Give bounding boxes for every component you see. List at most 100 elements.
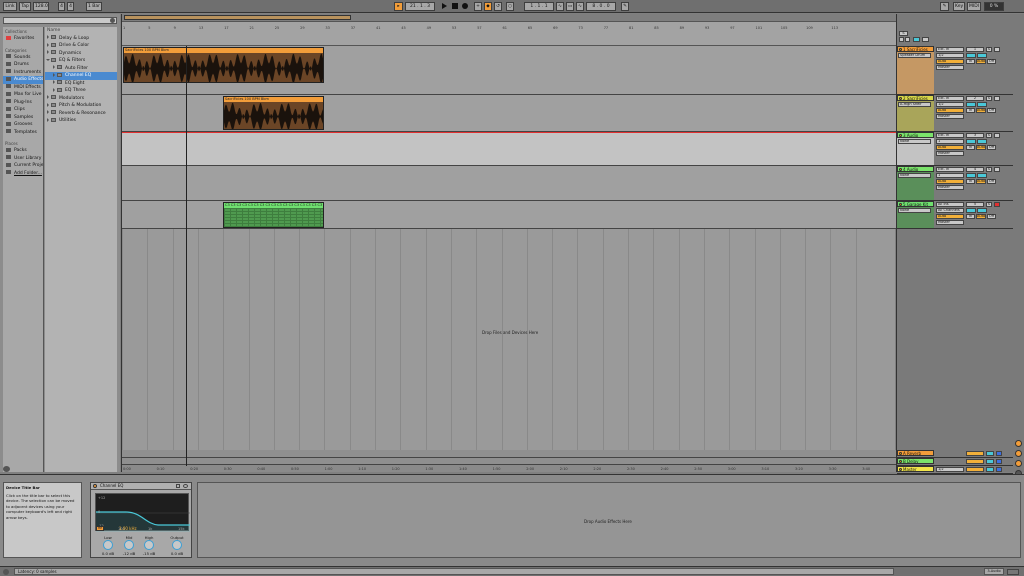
monitor-label[interactable]: Auto — [936, 145, 964, 150]
return-volume-field[interactable] — [966, 459, 984, 464]
monitor-in-button[interactable]: In — [966, 145, 975, 150]
track-volume-field[interactable] — [966, 173, 976, 178]
output-chooser[interactable]: Master — [936, 151, 964, 156]
place-item-current-project[interactable]: Current Project — [3, 162, 43, 170]
track-activator-icon[interactable] — [899, 468, 902, 471]
overview-selection[interactable] — [124, 15, 351, 20]
expand-arrow-icon[interactable] — [47, 110, 49, 114]
input-type-chooser[interactable]: Ext. In — [936, 167, 964, 172]
play-icon[interactable] — [442, 3, 447, 9]
pencil-icon[interactable]: ✎ — [940, 2, 949, 11]
input-channel-chooser[interactable]: 1/2 — [936, 53, 964, 58]
track-pan-field[interactable] — [977, 208, 987, 213]
input-channel-chooser[interactable]: 1/2 — [936, 102, 964, 107]
monitor-in-button[interactable]: In — [966, 59, 975, 64]
browser-item[interactable]: Reverb & Resonance — [45, 110, 117, 118]
expand-arrow-icon[interactable] — [53, 72, 55, 77]
track-lane-1[interactable]: SacriFicies 100 BPM Bbm — [122, 46, 896, 95]
expand-arrow-icon[interactable] — [53, 87, 55, 92]
arm-button[interactable] — [994, 167, 1000, 172]
midi-clip[interactable]: C3 C3 C3 C3 C3 C3 C3 C3 C3 C3 C3 C3 C3 C… — [223, 202, 324, 228]
device-power-icon[interactable] — [93, 484, 97, 488]
sidebar-item-grooves[interactable]: Grooves — [3, 121, 43, 129]
sidebar-item-clips[interactable]: Clips — [3, 106, 43, 114]
tempo-field[interactable]: 128.00 — [33, 2, 49, 11]
return-lane-a[interactable] — [122, 450, 896, 458]
track-lane-2[interactable]: SacriFicies 100 BPM Bbm — [122, 95, 896, 132]
return-send-button[interactable] — [996, 467, 1002, 472]
expand-arrow-icon[interactable] — [47, 35, 49, 39]
loop-start-field[interactable]: 1 . 1 . 1 — [524, 2, 554, 11]
solo-button[interactable]: S — [986, 167, 992, 172]
expand-arrow-icon[interactable] — [53, 65, 55, 69]
track-number-button[interactable]: 4 — [966, 167, 984, 172]
unfold-icon[interactable] — [905, 37, 910, 42]
song-position-field[interactable]: 21 . 1 . 3 — [405, 2, 435, 11]
track-pan-field[interactable] — [977, 139, 987, 144]
solo-button[interactable]: S — [986, 202, 992, 207]
device-expand-icon[interactable] — [176, 484, 180, 488]
follow-button[interactable]: ▸ — [394, 2, 403, 11]
monitor-off-button[interactable]: Off — [987, 214, 996, 219]
automation-mode-button[interactable] — [913, 37, 920, 42]
re-enable-automation-button[interactable]: ↺ — [494, 2, 502, 11]
output-chooser[interactable]: Master — [936, 114, 964, 119]
knob-high[interactable] — [144, 540, 154, 550]
track-pan-field[interactable] — [977, 102, 987, 107]
track-volume-field[interactable] — [966, 53, 976, 58]
track-lane-4[interactable] — [122, 166, 896, 201]
audio-clip[interactable]: SacriFicies 100 BPM Bbm — [123, 47, 324, 83]
expand-arrow-icon[interactable] — [53, 80, 55, 84]
arm-button[interactable] — [994, 47, 1000, 52]
browser-item[interactable]: EQ Eight — [45, 80, 117, 88]
place-item-packs[interactable]: Packs — [3, 147, 43, 155]
draw-mode-icon[interactable]: ✎ — [621, 2, 629, 11]
sidebar-item-favorites[interactable]: Favorites — [3, 35, 43, 43]
expand-arrow-icon[interactable] — [47, 95, 49, 99]
track-number-button[interactable]: 3 — [966, 133, 984, 138]
sidebar-item-samples[interactable]: Samples — [3, 114, 43, 122]
expand-arrow-icon[interactable] — [47, 117, 49, 122]
output-chooser[interactable]: Master — [936, 220, 964, 225]
stop-icon[interactable] — [452, 3, 458, 9]
browser-item[interactable]: Utilities — [45, 117, 117, 125]
midi-map-button[interactable]: MIDI — [967, 2, 981, 11]
io-toggle-icon[interactable] — [1015, 450, 1022, 457]
monitor-off-button[interactable]: Off — [987, 179, 996, 184]
browser-search-input[interactable] — [3, 17, 117, 24]
sends-toggle-icon[interactable] — [1015, 460, 1022, 467]
sidebar-item-sounds[interactable]: Sounds — [3, 54, 43, 62]
automation-arm-button[interactable]: ◆ — [484, 2, 492, 11]
track-volume-field[interactable] — [966, 208, 976, 213]
track-activator-icon[interactable] — [899, 168, 902, 171]
expand-arrow-icon[interactable] — [47, 50, 49, 54]
return-pan-field[interactable] — [986, 467, 994, 472]
arm-button[interactable] — [994, 133, 1000, 138]
input-channel-chooser[interactable]: 1 — [936, 139, 964, 144]
browser-item[interactable]: Pitch & Modulation — [45, 102, 117, 110]
quantize-menu[interactable]: 1 Bar — [86, 2, 102, 11]
monitor-in-button[interactable]: In — [966, 214, 975, 219]
return-header-1[interactable]: A Reverb — [897, 450, 1013, 458]
browser-item[interactable]: Delay & Loop — [45, 35, 117, 43]
expand-arrow-icon[interactable] — [46, 58, 50, 61]
track-device-chooser[interactable]: A-High Shelf — [898, 102, 931, 107]
audio-effects-drop-zone[interactable]: Drop Audio Effects Here — [197, 482, 1021, 558]
track-device-chooser[interactable]: None — [898, 208, 931, 213]
monitor-off-button[interactable]: Off — [987, 108, 996, 113]
track-lane-5[interactable]: C3 C3 C3 C3 C3 C3 C3 C3 C3 C3 C3 C3 C3 C… — [122, 201, 896, 229]
edit-mode-button[interactable] — [922, 37, 929, 42]
return-track-name[interactable]: Master — [897, 466, 934, 472]
track-header-3[interactable]: 3 Audio None Ext. In 1 Auto Master 3 S In Auto Off — [897, 132, 1013, 166]
track-number-button[interactable]: 2 — [966, 96, 984, 101]
input-channel-chooser[interactable]: 1 — [936, 173, 964, 178]
solo-button[interactable]: S — [986, 96, 992, 101]
fold-icon[interactable] — [899, 37, 904, 42]
link-button[interactable]: Link — [3, 2, 17, 11]
browser-item[interactable]: Modulators — [45, 95, 117, 103]
return-volume-field[interactable] — [966, 467, 984, 472]
audio-clip[interactable]: SacriFicies 100 BPM Bbm — [223, 96, 324, 130]
tap-button[interactable]: Tap — [19, 2, 31, 11]
arm-button[interactable] — [994, 96, 1000, 101]
monitor-off-button[interactable]: Off — [987, 59, 996, 64]
